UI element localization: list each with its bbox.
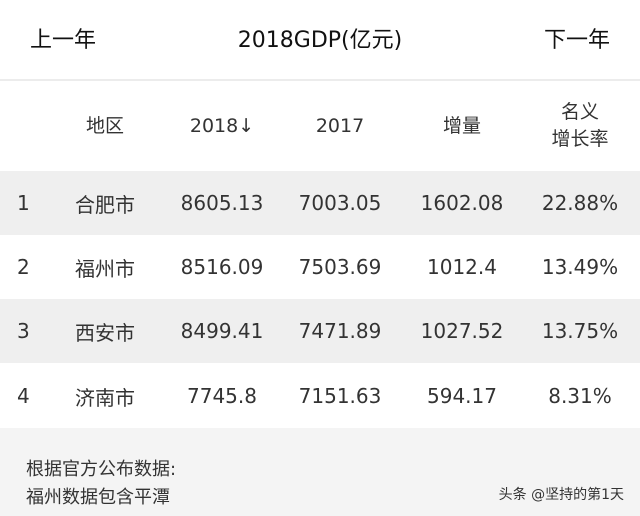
note-line-1: 根据官方公布数据: xyxy=(26,459,177,480)
gdp-2017-cell: 7503.69 xyxy=(298,255,382,279)
column-header-region[interactable]: 地区 xyxy=(60,81,150,171)
column-header-2017[interactable]: 2017 xyxy=(280,81,400,171)
increase-cell: 1602.08 xyxy=(420,191,504,215)
region-cell: 合肥市 xyxy=(75,192,135,217)
region-cell: 福州市 xyxy=(75,256,135,281)
growth-rate-cell: 22.88% xyxy=(541,191,619,215)
data-source-note: 根据官方公布数据: 福州数据包含平潭 xyxy=(26,456,176,512)
gdp-2017-cell: 7151.63 xyxy=(298,384,382,408)
increase-cell: 1027.52 xyxy=(420,319,504,343)
region-cell: 济南市 xyxy=(75,385,135,410)
column-header-growth-rate[interactable]: 名义 增长率 xyxy=(520,81,640,171)
table-row: 1 合肥市 8605.13 7003.05 1602.08 22.88% xyxy=(0,171,640,235)
growth-rate-header-line1: 名义 xyxy=(560,101,599,123)
gdp-2017-cell: 7003.05 xyxy=(298,191,382,215)
column-header-increase[interactable]: 增量 xyxy=(402,81,522,171)
gdp-2018-cell: 8516.09 xyxy=(180,255,264,279)
watermark: 头条 @坚持的第1天 xyxy=(498,487,624,503)
region-cell: 西安市 xyxy=(75,320,135,345)
table-row: 4 济南市 7745.8 7151.63 594.17 8.31% xyxy=(0,364,640,428)
growth-rate-header-line2: 增长率 xyxy=(551,128,609,150)
note-line-2: 福州数据包含平潭 xyxy=(26,487,170,508)
table-header: 地区 2018↓ 2017 增量 名义 增长率 xyxy=(0,81,640,171)
increase-cell: 594.17 xyxy=(427,384,497,408)
gdp-2017-cell: 7471.89 xyxy=(298,319,382,343)
column-header-2018-sorted-desc[interactable]: 2018↓ xyxy=(162,81,282,171)
gdp-2018-cell: 8605.13 xyxy=(180,191,264,215)
rank-cell: 1 xyxy=(17,191,30,215)
gdp-2018-cell: 7745.8 xyxy=(187,384,257,408)
previous-year-button[interactable]: 上一年 xyxy=(30,22,96,54)
growth-rate-cell: 13.49% xyxy=(541,255,619,279)
next-year-button[interactable]: 下一年 xyxy=(544,22,610,54)
growth-rate-cell: 13.75% xyxy=(541,319,619,343)
page-title: 2018GDP(亿元) xyxy=(237,28,403,53)
growth-rate-cell: 8.31% xyxy=(548,384,612,408)
footer-note-area: 根据官方公布数据: 福州数据包含平潭 头条 @坚持的第1天 xyxy=(0,428,640,516)
table-row: 3 西安市 8499.41 7471.89 1027.52 13.75% xyxy=(0,299,640,363)
rank-cell: 4 xyxy=(17,384,30,408)
rank-cell: 2 xyxy=(17,255,30,279)
gdp-2018-cell: 8499.41 xyxy=(180,319,264,343)
increase-cell: 1012.4 xyxy=(427,255,497,279)
table-row: 2 福州市 8516.09 7503.69 1012.4 13.49% xyxy=(0,235,640,299)
top-bar: 上一年 2018GDP(亿元) 下一年 xyxy=(0,0,640,79)
rank-cell: 3 xyxy=(17,319,30,343)
